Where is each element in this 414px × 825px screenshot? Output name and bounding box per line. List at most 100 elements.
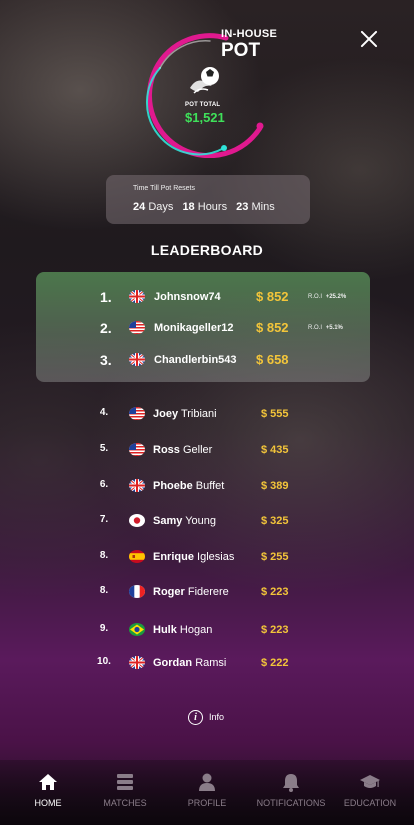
leaderboard-row[interactable]: 6. Phoebe Buffet $ 389 — [0, 476, 414, 496]
uk-flag-icon — [129, 656, 145, 669]
uk-flag-icon — [129, 290, 145, 303]
player-amount: $ 852 — [256, 320, 289, 335]
spain-flag-icon — [129, 550, 145, 563]
player-amount: $ 658 — [256, 352, 289, 367]
us-flag-icon — [129, 443, 145, 456]
timer-hours: 18 — [182, 201, 195, 213]
rank: 8. — [99, 550, 109, 561]
rank: 10. — [97, 656, 111, 667]
rank: 4. — [99, 407, 109, 418]
home-icon — [39, 774, 57, 790]
player-name: Gordan Ramsi — [153, 657, 226, 669]
info-label: Info — [209, 712, 225, 722]
pot-title: POT — [221, 40, 261, 61]
player-last-name: Young — [185, 515, 217, 527]
roi: R.O.I +25.2% — [308, 294, 346, 300]
nav-label: EDUCATION — [343, 798, 397, 808]
rank: 1. — [100, 289, 112, 305]
player-name: Samy Young — [153, 515, 216, 527]
nav-label: PROFILE — [187, 798, 227, 808]
france-flag-icon — [129, 585, 145, 598]
rank: 5. — [99, 443, 109, 454]
brazil-flag-icon — [129, 623, 145, 636]
nav-education[interactable]: EDUCATION — [329, 772, 411, 808]
rank: 6. — [99, 479, 109, 490]
uk-flag-icon — [129, 479, 145, 492]
leaderboard-row[interactable]: 5. Ross Geller $ 435 — [0, 440, 414, 460]
japan-flag-icon — [129, 514, 145, 527]
timer-days: 24 — [133, 201, 146, 213]
player-amount: $ 435 — [261, 444, 289, 456]
player-last-name: Iglesias — [197, 551, 235, 563]
player-last-name: Geller — [182, 444, 213, 456]
nav-home[interactable]: HOME — [7, 772, 89, 808]
nav-profile[interactable]: PROFILE — [166, 772, 248, 808]
leaderboard-row[interactable]: 10. Gordan Ramsi $ 222 — [0, 653, 414, 673]
leaderboard-row[interactable]: 9. Hulk Hogan $ 223 — [0, 620, 414, 640]
leaderboard-row[interactable]: 3. Chandlerbin543 $ 658 — [36, 350, 370, 370]
us-flag-icon — [129, 407, 145, 420]
player-last-name: Ramsi — [195, 657, 227, 669]
close-icon[interactable] — [358, 28, 380, 50]
leaderboard-row[interactable]: 4. Joey Tribiani $ 555 — [0, 404, 414, 424]
nav-label: HOME — [34, 798, 62, 808]
player-amount: $ 325 — [261, 515, 289, 527]
rank: 7. — [99, 514, 109, 525]
timer-label: Time Till Pot Resets — [133, 185, 195, 192]
player-amount: $ 255 — [261, 551, 289, 563]
timer-mins-unit: Mins — [251, 201, 275, 213]
timer-mins: 23 — [236, 201, 249, 213]
roi-label: R.O.I — [308, 325, 323, 331]
pot-total-label: POT TOTAL — [185, 102, 221, 108]
roi-label: R.O.I — [308, 294, 323, 300]
pot-total-value: $1,521 — [185, 110, 225, 125]
player-name: Ross Geller — [153, 444, 212, 456]
info-icon: i — [188, 709, 203, 725]
player-amount: $ 223 — [261, 624, 289, 636]
leaderboard-row[interactable]: 7. Samy Young $ 325 — [0, 511, 414, 531]
player-name: Monikageller12 — [154, 322, 234, 334]
player-last-name: Fiderere — [187, 586, 229, 598]
rank: 2. — [100, 320, 112, 336]
player-name: Phoebe Buffet — [153, 480, 224, 492]
uk-flag-icon — [129, 353, 145, 366]
player-last-name: Buffet — [195, 480, 225, 492]
player-name: Johnsnow74 — [154, 291, 221, 303]
pot-reset-timer: Time Till Pot Resets 24 Days 18 Hours 23… — [106, 175, 310, 224]
timer-values: 24 Days 18 Hours 23 Mins — [133, 201, 281, 213]
player-name: Enrique Iglesias — [153, 551, 234, 563]
soccer-ball-logo-icon — [186, 60, 226, 100]
player-amount: $ 852 — [256, 289, 289, 304]
leaderboard-row[interactable]: 2. Monikageller12 $ 852 R.O.I +5.1% — [36, 318, 370, 338]
player-name: Chandlerbin543 — [154, 354, 237, 366]
timer-hours-unit: Hours — [197, 201, 228, 213]
rank: 9. — [99, 623, 109, 634]
leaderboard-top-three: 1. Johnsnow74 $ 852 R.O.I +25.2% 2. Moni… — [36, 272, 370, 382]
player-amount: $ 555 — [261, 408, 289, 420]
nav-label: NOTIFICATIONS — [256, 798, 326, 808]
nav-label: MATCHES — [103, 798, 147, 808]
timer-days-unit: Days — [148, 201, 174, 213]
roi: R.O.I +5.1% — [308, 325, 343, 331]
player-first-name: Gordan — [153, 657, 193, 669]
nav-matches[interactable]: MATCHES — [84, 772, 166, 808]
player-name: Hulk Hogan — [153, 624, 212, 636]
rank: 8. — [99, 585, 109, 596]
leaderboard-row[interactable]: 8. Enrique Iglesias $ 255 — [0, 547, 414, 567]
nav-notifications[interactable]: NOTIFICATIONS — [250, 772, 332, 808]
player-last-name: Hogan — [179, 624, 213, 636]
player-amount: $ 222 — [261, 657, 289, 669]
player-first-name: Joey — [153, 408, 179, 420]
player-first-name: Enrique — [153, 551, 194, 563]
roi-value: +5.1% — [325, 325, 343, 331]
bottom-navigation: HOME MATCHES PROFILE NOTIFICATIONS EDUCA… — [0, 760, 414, 825]
leaderboard-row[interactable]: 1. Johnsnow74 $ 852 R.O.I +25.2% — [36, 287, 370, 307]
player-first-name: Ross — [153, 444, 180, 456]
player-name: Roger Fiderere — [153, 586, 229, 598]
player-last-name: Tribiani — [180, 408, 217, 420]
us-flag-icon — [129, 321, 145, 334]
info-button[interactable]: i Info — [188, 709, 224, 725]
leaderboard-row[interactable]: 8. Roger Fiderere $ 223 — [0, 582, 414, 602]
profile-icon — [199, 773, 215, 791]
player-name: Joey Tribiani — [153, 408, 217, 420]
